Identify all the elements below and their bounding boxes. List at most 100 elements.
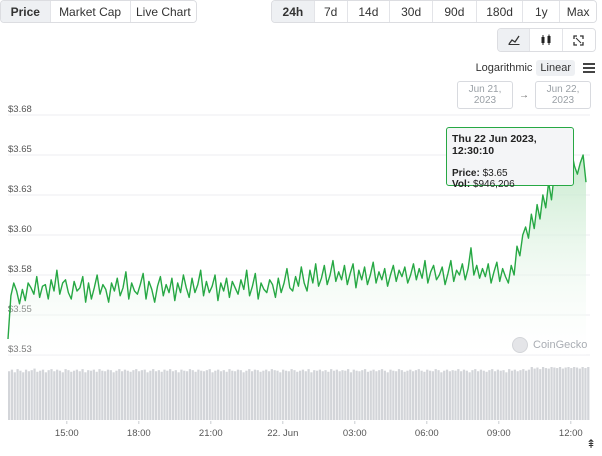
volume-bar: [550, 367, 553, 420]
x-tick-label: 12:00: [559, 428, 583, 439]
volume-bar: [67, 370, 70, 420]
volume-bar: [115, 370, 118, 420]
volume-bar: [519, 370, 522, 420]
volume-bar: [140, 370, 144, 420]
volume-bar: [570, 368, 573, 420]
volume-bar: [423, 371, 426, 420]
volume-bar: [27, 371, 31, 420]
y-tick-label: $3.58: [8, 264, 32, 275]
volume-bar: [338, 371, 341, 420]
volume-bar: [219, 371, 223, 420]
volume-bar: [505, 372, 508, 420]
volume-bar: [202, 371, 206, 420]
volume-bar: [33, 368, 36, 420]
volume-bar: [98, 369, 101, 420]
volume-bar: [166, 370, 169, 420]
volume-bar: [431, 371, 435, 420]
volume-bar: [380, 369, 384, 420]
volume-bar: [47, 370, 50, 420]
volume-bar: [75, 369, 79, 420]
volume-bar: [525, 370, 528, 420]
volume-bar: [270, 369, 273, 420]
volume-bar: [169, 369, 172, 420]
tooltip-price-row: Price: $3.65: [452, 168, 568, 179]
volume-bar: [508, 369, 511, 420]
volume-bar: [420, 370, 423, 420]
volume-bar: [578, 368, 581, 420]
tooltip-volume-row: Vol: $946,206: [452, 179, 568, 190]
volume-bar: [397, 369, 401, 420]
volume-bar: [225, 371, 228, 420]
volume-bar: [522, 369, 525, 420]
volume-bar: [491, 369, 494, 420]
tooltip-price-label: Price:: [452, 168, 480, 179]
volume-bar: [104, 371, 107, 420]
volume-bar: [290, 369, 293, 420]
volume-bar: [355, 370, 358, 420]
volume-bar: [318, 369, 322, 420]
volume-bar: [493, 371, 497, 420]
volume-bar: [95, 371, 98, 420]
volume-bar: [228, 369, 231, 420]
tooltip-date: Thu 22 Jun 2023, 12:30:10: [452, 133, 537, 157]
volume-bar: [496, 369, 499, 420]
volume-bar: [296, 371, 299, 420]
x-tick-label: 18:00: [127, 428, 151, 439]
volume-bar: [56, 369, 59, 420]
volume-bar: [465, 370, 468, 420]
volume-bar: [262, 370, 265, 420]
volume-bar: [392, 370, 395, 420]
volume-bar: [403, 371, 406, 420]
volume-bar: [41, 369, 45, 420]
scroll-to-top-icon[interactable]: ⇞: [584, 437, 598, 451]
volume-bar: [513, 369, 516, 420]
volume-bar: [304, 371, 307, 420]
volume-bar: [53, 371, 56, 420]
volume-bar: [516, 371, 519, 420]
volume-bar: [584, 368, 587, 420]
volume-bar: [137, 371, 141, 420]
volume-bar: [530, 367, 533, 420]
volume-bar: [180, 369, 183, 420]
volume-bar: [293, 370, 296, 420]
volume-bar: [259, 371, 262, 420]
volume-bar: [92, 369, 95, 420]
x-tick-label: 03:00: [343, 428, 367, 439]
x-tick-label: 15:00: [55, 428, 79, 439]
volume-bar: [135, 369, 138, 420]
volume-bar: [157, 370, 160, 420]
volume-bar: [426, 369, 429, 420]
volume-bar: [330, 369, 333, 420]
volume-bar: [64, 369, 67, 420]
volume-bar: [533, 368, 536, 420]
volume-bar: [265, 369, 268, 420]
volume-bar: [22, 372, 25, 420]
volume-bar: [24, 369, 28, 420]
volume-bar: [541, 367, 545, 420]
y-tick-label: $3.68: [8, 104, 32, 115]
volume-bar: [61, 372, 64, 420]
volume-bar: [539, 369, 542, 420]
volume-bar: [437, 370, 440, 420]
volume-bar: [89, 370, 93, 420]
volume-bar: [558, 367, 562, 420]
volume-bar: [460, 371, 463, 420]
volume-bar: [468, 372, 471, 420]
volume-bar: [123, 369, 127, 420]
volume-bar: [462, 369, 466, 420]
volume-bar: [299, 370, 302, 420]
volume-bar: [236, 369, 240, 420]
volume-bar: [109, 370, 112, 420]
volume-bar: [58, 370, 62, 420]
volume-bar: [248, 369, 251, 420]
volume-bar: [363, 369, 367, 420]
volume-bar: [129, 371, 132, 420]
volume-bar: [72, 370, 76, 420]
volume-bar: [573, 367, 576, 420]
chart-tooltip: Thu 22 Jun 2023, 12:30:10 Price: $3.65 V…: [446, 127, 574, 190]
volume-bar: [561, 368, 564, 420]
volume-bar: [10, 369, 14, 420]
price-chart[interactable]: $3.53$3.55$3.58$3.60$3.63$3.65$3.6815:00…: [0, 0, 602, 456]
x-tick-label: 09:00: [487, 428, 511, 439]
volume-bar: [445, 369, 449, 420]
